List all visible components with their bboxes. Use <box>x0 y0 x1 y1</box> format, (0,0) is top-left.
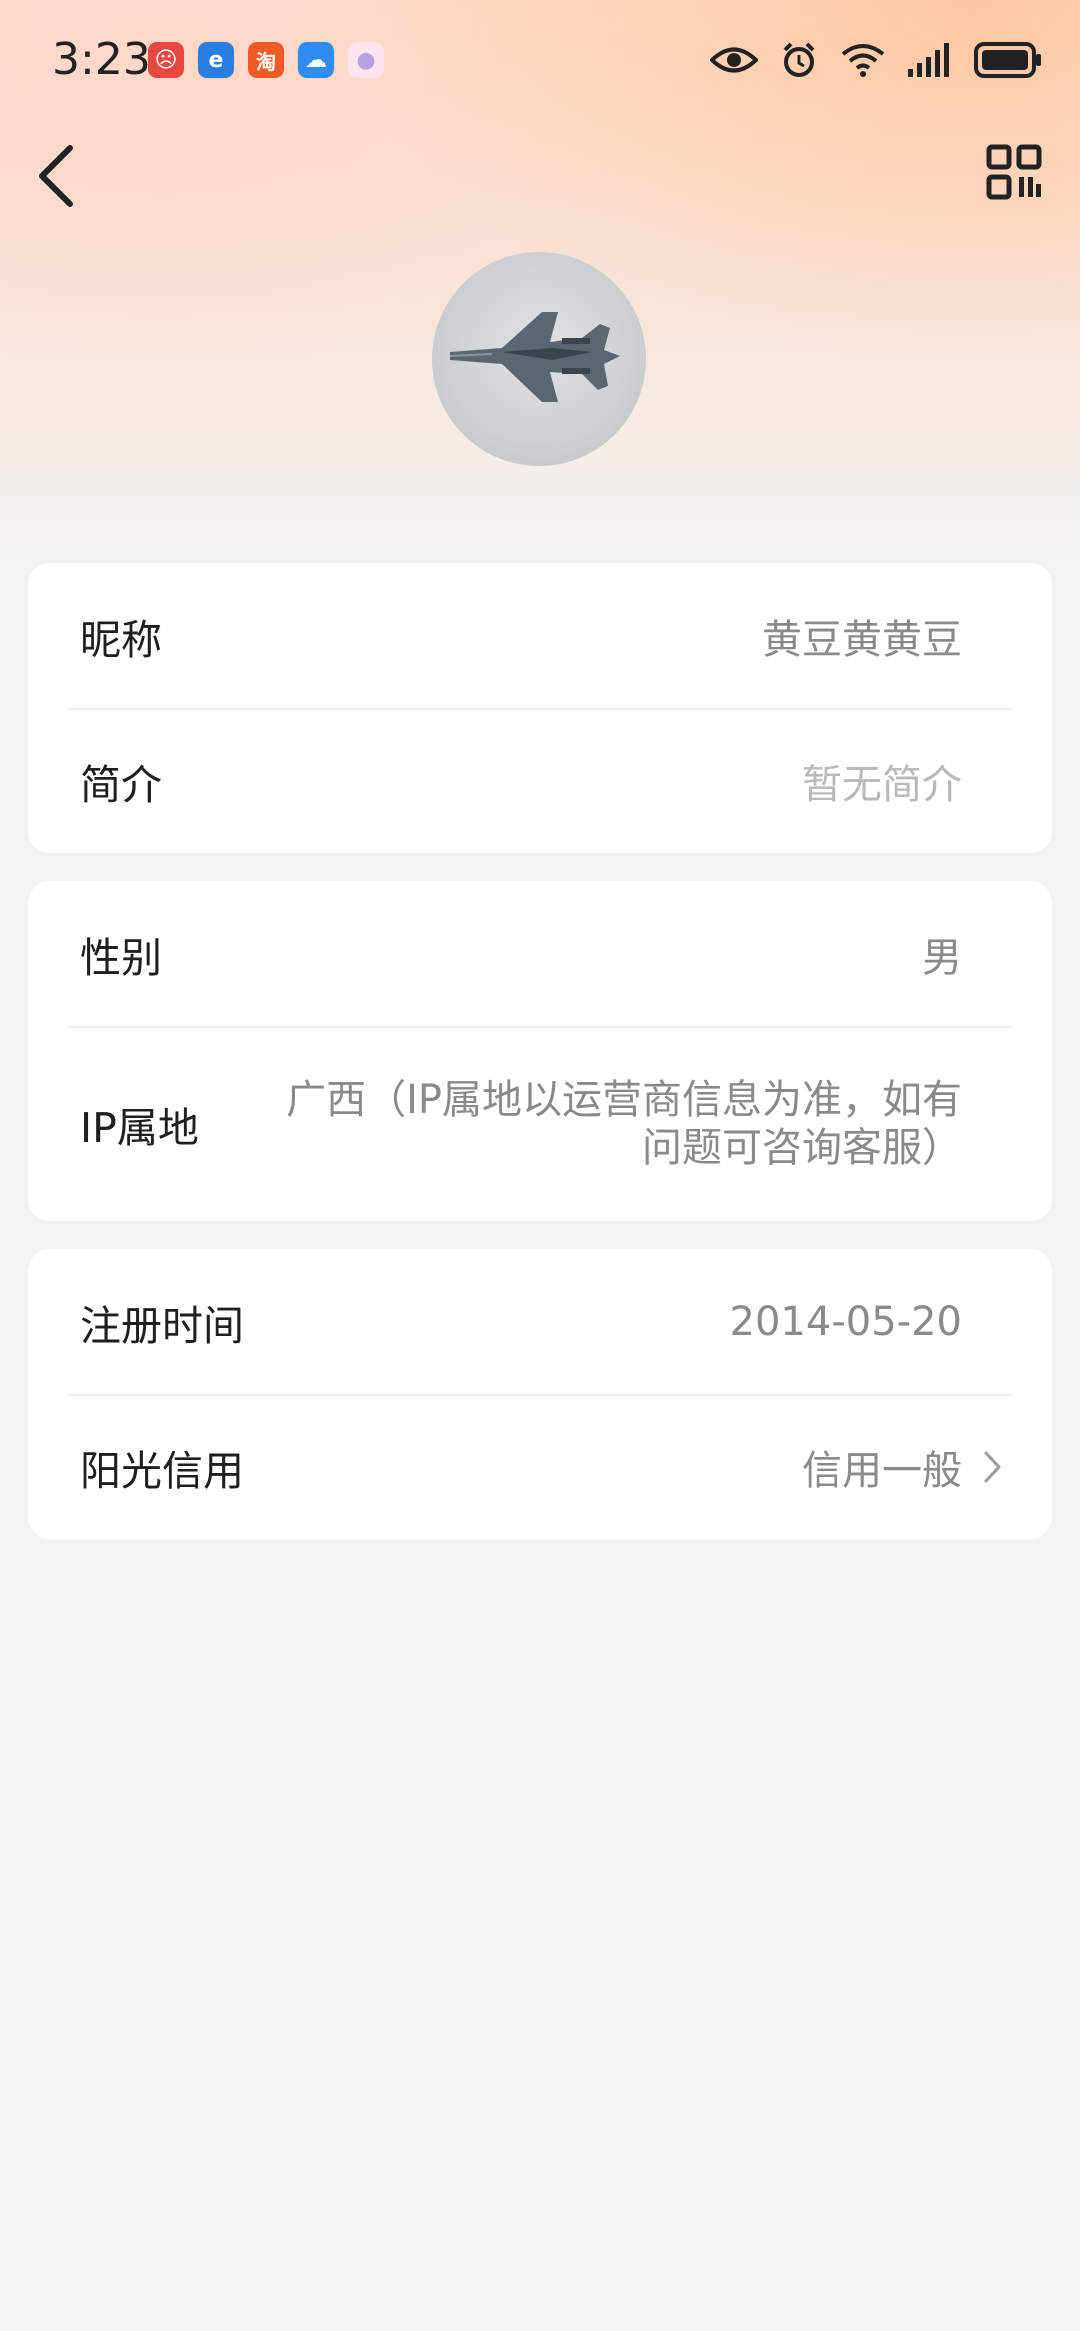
sunshine-credit-row[interactable]: 阳光信用 信用一般 <box>28 1394 1052 1539</box>
ip-location-row: IP属地 广西（IP属地以运营商信息为准，如有 问题可咨询客服） <box>28 1026 1052 1221</box>
fighter-jet-avatar <box>449 312 620 402</box>
chevron-right-icon <box>984 1451 1001 1482</box>
qr-code-button[interactable] <box>986 144 1042 200</box>
signal-icon <box>908 38 952 82</box>
nickname-label: 昵称 <box>80 615 162 664</box>
ip-location-value: 广西（IP属地以运营商信息为准，如有 问题可咨询客服） <box>286 1076 962 1172</box>
ip-location-value-line2: 问题可咨询客服） <box>642 1124 962 1171</box>
avatar[interactable] <box>432 252 646 466</box>
sunshine-credit-label: 阳光信用 <box>80 1446 244 1495</box>
wifi-icon <box>840 38 886 82</box>
notification-app-icons: ☹ e 淘 ☁ ● <box>148 42 384 78</box>
gender-value: 男 <box>922 934 962 981</box>
red-app-icon: ☹ <box>148 42 184 78</box>
nickname-row[interactable]: 昵称 黄豆黄黄豆 <box>28 563 1052 708</box>
bio-label: 简介 <box>80 760 162 809</box>
sunshine-credit-value: 信用一般 <box>802 1447 962 1494</box>
register-time-row: 注册时间 2014-05-20 <box>28 1249 1052 1394</box>
weather-app-icon: ☁ <box>298 42 334 78</box>
account-info-card: 注册时间 2014-05-20 阳光信用 信用一般 <box>28 1249 1052 1539</box>
gender-label: 性别 <box>80 933 162 982</box>
browser-app-icon: e <box>198 42 234 78</box>
bio-value: 暂无简介 <box>802 761 962 808</box>
gender-row[interactable]: 性别 男 <box>28 881 1052 1026</box>
eye-icon <box>710 38 758 82</box>
register-time-label: 注册时间 <box>80 1301 244 1350</box>
ip-location-label: IP属地 <box>80 1103 199 1152</box>
ip-location-value-line1: 广西（IP属地以运营商信息为准，如有 <box>286 1076 962 1123</box>
register-time-value: 2014-05-20 <box>729 1298 962 1345</box>
battery-icon <box>974 38 1044 82</box>
alarm-icon <box>780 38 818 82</box>
chevron-left-icon <box>39 145 73 207</box>
status-time: 3:23 <box>52 34 151 85</box>
personal-info-card: 性别 男 IP属地 广西（IP属地以运营商信息为准，如有 问题可咨询客服） <box>28 881 1052 1221</box>
bio-row[interactable]: 简介 暂无简介 <box>28 708 1052 853</box>
back-button[interactable] <box>30 140 90 210</box>
status-right-icons <box>710 38 1044 82</box>
taobao-app-icon: 淘 <box>248 42 284 78</box>
nickname-value: 黄豆黄黄豆 <box>762 616 962 663</box>
qr-code-icon <box>986 144 1042 200</box>
gallery-app-icon: ● <box>348 42 384 78</box>
basic-info-card: 昵称 黄豆黄黄豆 简介 暂无简介 <box>28 563 1052 853</box>
status-bar: 3:23 ☹ e 淘 ☁ ● <box>0 0 1080 124</box>
